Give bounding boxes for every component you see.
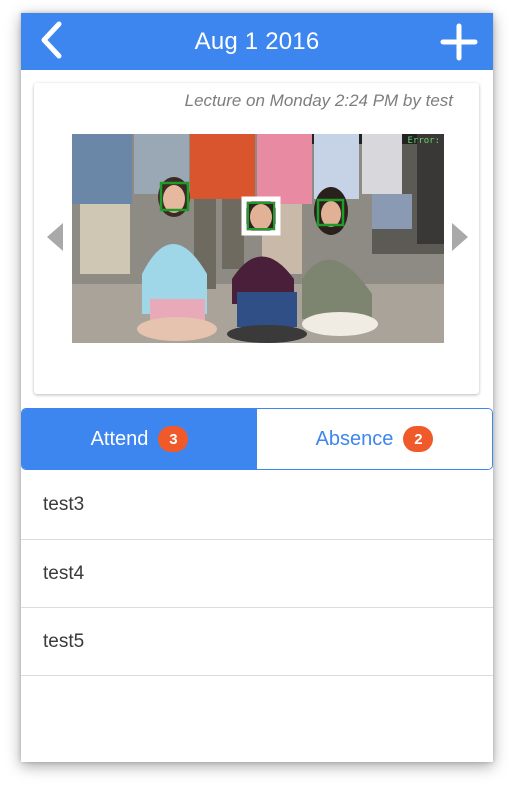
- attend-count-badge: 3: [158, 426, 189, 452]
- attendee-list: test3 test4 test5: [21, 470, 493, 676]
- next-photo-arrow-icon[interactable]: [452, 223, 468, 251]
- app-screen: Aug 1 2016 Lecture on Monday 2:24 PM by …: [21, 13, 493, 762]
- absence-count-badge: 2: [403, 426, 434, 452]
- group-photo-image: [72, 134, 444, 343]
- list-item[interactable]: test5: [21, 608, 493, 676]
- list-item[interactable]: test4: [21, 540, 493, 608]
- attendee-name: test3: [43, 493, 85, 515]
- lecture-photo: Error:: [72, 134, 444, 343]
- top-app-bar: Aug 1 2016: [21, 13, 493, 70]
- back-button[interactable]: [31, 19, 75, 63]
- list-item[interactable]: test3: [21, 470, 493, 540]
- tab-absence[interactable]: Absence 2: [257, 409, 492, 469]
- attendee-name: test4: [43, 562, 85, 584]
- lecture-card: Lecture on Monday 2:24 PM by test Error:: [34, 83, 479, 394]
- attendee-name: test5: [43, 630, 85, 652]
- tab-attend-label: Attend: [90, 427, 149, 450]
- tab-attend[interactable]: Attend 3: [22, 409, 257, 469]
- lecture-info: Lecture on Monday 2:24 PM by test: [184, 91, 453, 110]
- chevron-left-icon: [41, 21, 62, 59]
- previous-photo-arrow-icon[interactable]: [47, 223, 63, 251]
- add-button[interactable]: [437, 21, 481, 65]
- attendance-tabs: Attend 3 Absence 2: [21, 408, 493, 470]
- tab-absence-label: Absence: [315, 427, 394, 450]
- photo-overlay-text: Error:: [407, 136, 440, 146]
- plus-icon: [440, 23, 478, 61]
- page-title: Aug 1 2016: [194, 28, 320, 55]
